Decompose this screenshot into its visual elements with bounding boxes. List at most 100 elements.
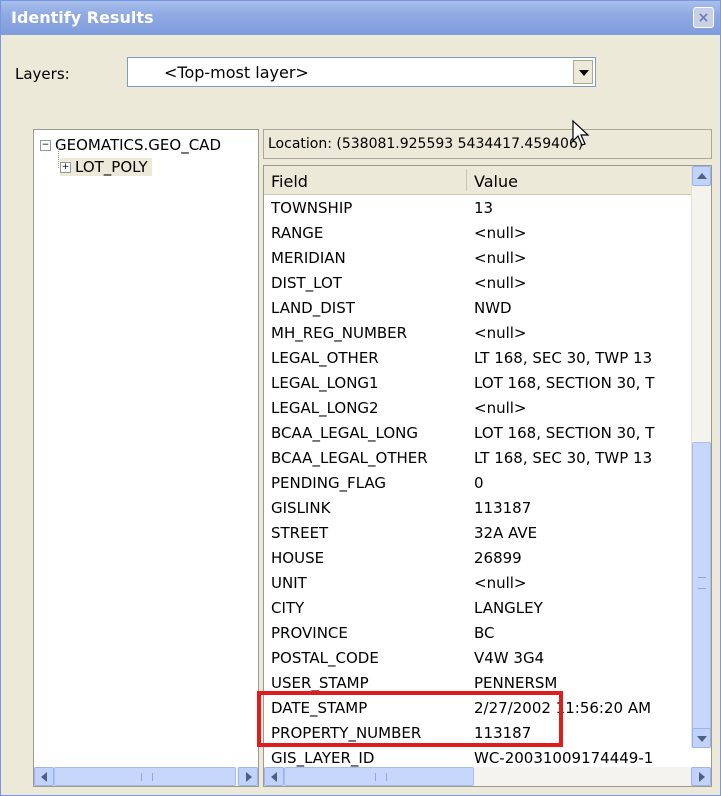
identify-results-window: Identify Results × Layers: <Top-most lay… xyxy=(0,0,721,796)
value-cell: PENNERSM xyxy=(474,674,558,692)
field-cell: RANGE xyxy=(271,224,324,242)
column-header-value[interactable]: Value xyxy=(474,172,518,191)
table-row[interactable]: RANGE <null> xyxy=(264,220,692,245)
value-cell: BC xyxy=(474,624,495,642)
scroll-up-button[interactable] xyxy=(692,166,711,186)
value-cell: LANGLEY xyxy=(474,599,543,617)
value-cell: V4W 3G4 xyxy=(474,649,545,667)
column-divider[interactable] xyxy=(466,169,467,191)
table-row[interactable]: MH_REG_NUMBER <null> xyxy=(264,320,692,345)
column-header-field[interactable]: Field xyxy=(271,172,308,191)
table-row[interactable]: LEGAL_OTHER LT 168, SEC 30, TWP 13 xyxy=(264,345,692,370)
field-cell: LAND_DIST xyxy=(271,299,355,317)
grip-icon xyxy=(698,577,706,589)
layers-selected-value: <Top-most layer> xyxy=(164,63,309,82)
value-cell: WC-20031009174449-1 xyxy=(474,749,654,767)
scroll-down-button[interactable] xyxy=(692,728,711,748)
tree-node-label: GEOMATICS.GEO_CAD xyxy=(55,136,221,154)
expand-icon[interactable]: + xyxy=(60,162,71,173)
value-cell: <null> xyxy=(474,249,527,267)
arrow-right-icon xyxy=(699,772,705,782)
field-cell: USER_STAMP xyxy=(271,674,369,692)
feature-tree[interactable]: − GEOMATICS.GEO_CAD + LOT_POLY xyxy=(33,129,259,787)
table-row[interactable]: PROVINCE BC xyxy=(264,620,692,645)
scroll-right-button[interactable] xyxy=(238,767,258,786)
table-row[interactable]: BCAA_LEGAL_OTHER LT 168, SEC 30, TWP 13 xyxy=(264,445,692,470)
highlight-annotation xyxy=(257,691,563,747)
table-row[interactable]: LEGAL_LONG1 LOT 168, SECTION 30, T xyxy=(264,370,692,395)
value-cell: <null> xyxy=(474,224,527,242)
field-cell: BCAA_LEGAL_OTHER xyxy=(271,449,428,467)
tree-node-lot-poly[interactable]: + LOT_POLY xyxy=(60,158,152,176)
scrollbar-thumb[interactable] xyxy=(54,767,236,786)
scrollbar-thumb[interactable] xyxy=(284,767,474,786)
table-row[interactable]: DIST_LOT <null> xyxy=(264,270,692,295)
field-cell: PENDING_FLAG xyxy=(271,474,387,492)
field-cell: POSTAL_CODE xyxy=(271,649,379,667)
table-row[interactable]: PENDING_FLAG 0 xyxy=(264,470,692,495)
tree-horizontal-scrollbar[interactable] xyxy=(34,767,258,786)
scroll-left-button[interactable] xyxy=(264,767,284,786)
table-row[interactable]: BCAA_LEGAL_LONG LOT 168, SECTION 30, T xyxy=(264,420,692,445)
value-cell: 13 xyxy=(474,199,494,217)
scroll-left-button[interactable] xyxy=(34,767,54,786)
location-readout: Location: (538081.925593 5434417.459406) xyxy=(263,129,712,159)
field-cell: LEGAL_LONG1 xyxy=(271,374,379,392)
field-cell: BCAA_LEGAL_LONG xyxy=(271,424,418,442)
title-bar[interactable]: Identify Results × xyxy=(1,1,720,35)
value-cell: LT 168, SEC 30, TWP 13 xyxy=(474,349,653,367)
value-cell: <null> xyxy=(474,324,527,342)
value-cell: LOT 168, SECTION 30, T xyxy=(474,374,655,392)
arrow-down-icon xyxy=(697,736,707,742)
field-cell: PROVINCE xyxy=(271,624,348,642)
field-cell: GISLINK xyxy=(271,499,331,517)
value-cell: 32A AVE xyxy=(474,524,538,542)
field-cell: TOWNSHIP xyxy=(271,199,353,217)
value-cell: <null> xyxy=(474,274,527,292)
field-cell: GIS_LAYER_ID xyxy=(271,749,375,767)
scroll-right-button[interactable] xyxy=(691,767,711,786)
arrow-right-icon xyxy=(246,772,252,782)
window-title: Identify Results xyxy=(11,8,154,27)
field-cell: HOUSE xyxy=(271,549,325,567)
value-cell: NWD xyxy=(474,299,512,317)
table-row[interactable]: STREET 32A AVE xyxy=(264,520,692,545)
grid-vertical-scrollbar[interactable] xyxy=(691,166,711,748)
table-row[interactable]: CITY LANGLEY xyxy=(264,595,692,620)
chevron-down-icon[interactable] xyxy=(573,60,593,84)
table-row[interactable]: POSTAL_CODE V4W 3G4 xyxy=(264,645,692,670)
arrow-left-icon xyxy=(271,772,277,782)
field-cell: MH_REG_NUMBER xyxy=(271,324,408,342)
grid-horizontal-scrollbar[interactable] xyxy=(264,767,711,786)
tree-node-label: LOT_POLY xyxy=(75,158,148,176)
table-row[interactable]: LAND_DIST NWD xyxy=(264,295,692,320)
arrow-up-icon xyxy=(697,173,707,179)
field-cell: STREET xyxy=(271,524,329,542)
value-cell: LOT 168, SECTION 30, T xyxy=(474,424,655,442)
layers-dropdown[interactable]: <Top-most layer> xyxy=(127,57,596,87)
table-row[interactable]: TOWNSHIP 13 xyxy=(264,195,692,220)
table-row[interactable]: HOUSE 26899 xyxy=(264,545,692,570)
table-row[interactable]: UNIT <null> xyxy=(264,570,692,595)
value-cell: 113187 xyxy=(474,499,532,517)
field-cell: DIST_LOT xyxy=(271,274,342,292)
grid-header: Field Value xyxy=(264,166,692,195)
tree-node-root[interactable]: − GEOMATICS.GEO_CAD xyxy=(40,136,221,154)
table-row[interactable]: MERIDIAN <null> xyxy=(264,245,692,270)
collapse-icon[interactable]: − xyxy=(40,140,51,151)
arrow-left-icon xyxy=(41,772,47,782)
close-icon: × xyxy=(697,10,710,26)
grip-icon xyxy=(141,773,153,781)
grip-icon xyxy=(375,773,387,781)
value-cell: <null> xyxy=(474,574,527,592)
field-cell: UNIT xyxy=(271,574,307,592)
field-cell: LEGAL_LONG2 xyxy=(271,399,379,417)
close-button[interactable]: × xyxy=(693,7,714,28)
mouse-cursor-icon xyxy=(572,119,590,146)
scrollbar-thumb[interactable] xyxy=(692,442,711,732)
table-row[interactable]: GISLINK 113187 xyxy=(264,495,692,520)
table-row[interactable]: LEGAL_LONG2 <null> xyxy=(264,395,692,420)
field-cell: MERIDIAN xyxy=(271,249,346,267)
value-cell: LT 168, SEC 30, TWP 13 xyxy=(474,449,653,467)
value-cell: <null> xyxy=(474,399,527,417)
